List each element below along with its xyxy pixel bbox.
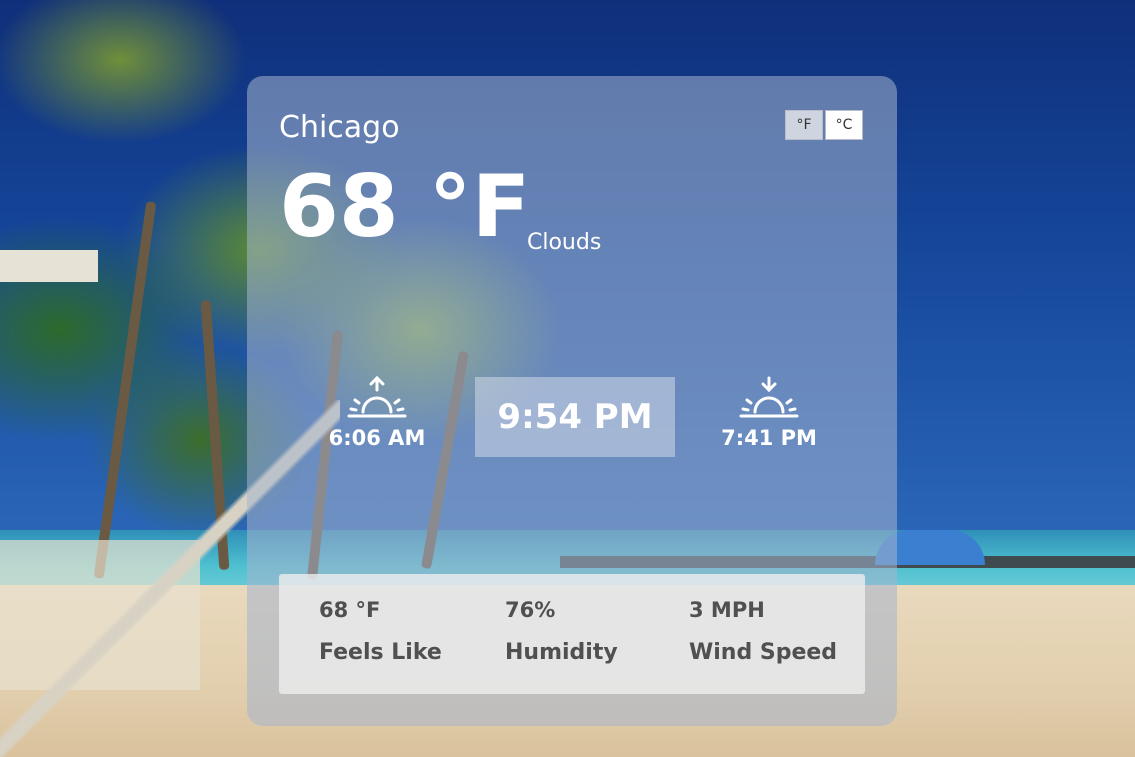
city-name: Chicago <box>279 110 400 145</box>
feels-like-value: 68 °F <box>319 598 381 622</box>
lifeguard-roof <box>0 250 98 282</box>
wind-speed-value: 3 MPH <box>689 598 765 622</box>
current-temperature: 68 °F <box>279 157 531 257</box>
celsius-button[interactable]: °C <box>825 110 863 140</box>
sunset-block: 7:41 PM <box>694 376 844 450</box>
weather-card: Chicago °F °C 68 °F Clouds 6:06 AM 9:54 … <box>247 76 897 726</box>
sunrise-block: 6:06 AM <box>302 376 452 450</box>
wind-speed-label: Wind Speed <box>689 640 838 665</box>
sunrise-icon <box>347 376 407 418</box>
weather-condition: Clouds <box>527 230 602 255</box>
sunset-time: 7:41 PM <box>721 426 817 450</box>
unit-toggle: °F °C <box>785 110 863 140</box>
feels-like-stat: 68 °F Feels Like <box>319 598 442 665</box>
weather-stats: 68 °F Feels Like 76% Humidity 3 MPH Wind… <box>279 574 865 694</box>
humidity-label: Humidity <box>505 640 618 665</box>
sunset-icon <box>739 376 799 418</box>
humidity-value: 76% <box>505 598 556 622</box>
fahrenheit-button[interactable]: °F <box>785 110 823 140</box>
wind-speed-stat: 3 MPH Wind Speed <box>689 598 837 665</box>
feels-like-label: Feels Like <box>319 640 442 665</box>
sunrise-time: 6:06 AM <box>328 426 426 450</box>
humidity-stat: 76% Humidity <box>505 598 618 665</box>
current-time: 9:54 PM <box>475 377 675 457</box>
